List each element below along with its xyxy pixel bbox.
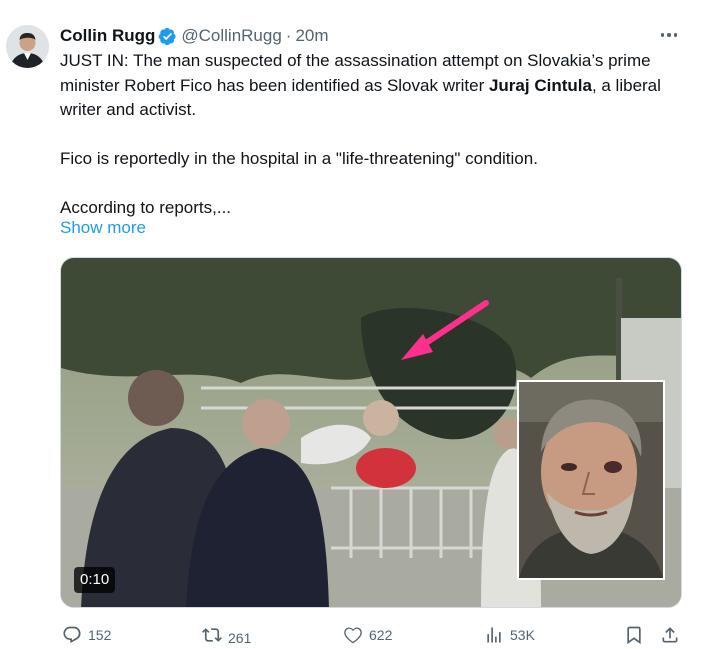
header-separator: · — [285, 26, 292, 45]
tweet-paragraph-1: JUST IN: The man suspected of the assass… — [60, 49, 685, 123]
video-duration: 0:10 — [74, 567, 116, 593]
bookmark-icon — [627, 626, 641, 645]
bookmark-button[interactable] — [624, 624, 644, 646]
repost-icon — [202, 628, 222, 642]
author-handle[interactable]: @CollinRugg — [181, 26, 281, 46]
like-count: 622 — [369, 627, 393, 643]
tweet-paragraph-3: According to reports,... — [60, 198, 232, 217]
heart-icon — [344, 627, 362, 644]
author-name[interactable]: Collin Rugg — [60, 26, 155, 46]
reply-icon — [63, 626, 81, 644]
share-icon — [662, 627, 678, 643]
action-bar: 152 261 622 53K — [60, 624, 685, 646]
verified-badge-icon — [159, 27, 176, 45]
show-more-link[interactable]: Show more — [60, 218, 146, 238]
reply-button[interactable]: 152 — [62, 624, 111, 646]
tweet-video[interactable]: 0:10 — [60, 257, 682, 608]
views-button[interactable]: 53K — [484, 624, 535, 646]
avatar-photo-icon — [6, 25, 49, 68]
tweet-text: JUST IN: The man suspected of the assass… — [60, 49, 685, 221]
inset-portrait — [517, 380, 665, 580]
repost-button[interactable]: 261 — [202, 624, 251, 646]
like-button[interactable]: 622 — [343, 624, 392, 646]
tweet-header: Collin Rugg @CollinRugg · 20m — [60, 25, 329, 47]
share-button[interactable] — [660, 624, 680, 646]
tweet-text-bold: Juraj Cintula — [488, 75, 592, 95]
reply-count: 152 — [88, 627, 112, 643]
more-options-icon[interactable] — [655, 24, 683, 46]
views-bar-chart-icon — [487, 627, 501, 643]
repost-count: 261 — [228, 630, 252, 646]
portrait-photo-icon — [519, 382, 663, 578]
tweet[interactable]: Collin Rugg @CollinRugg · 20m JUST IN: T… — [0, 0, 705, 649]
tweet-paragraph-2: Fico is reportedly in the hospital in a … — [60, 149, 538, 168]
views-count: 53K — [510, 627, 535, 643]
tweet-timestamp[interactable]: 20m — [295, 26, 328, 46]
avatar[interactable] — [6, 25, 49, 68]
